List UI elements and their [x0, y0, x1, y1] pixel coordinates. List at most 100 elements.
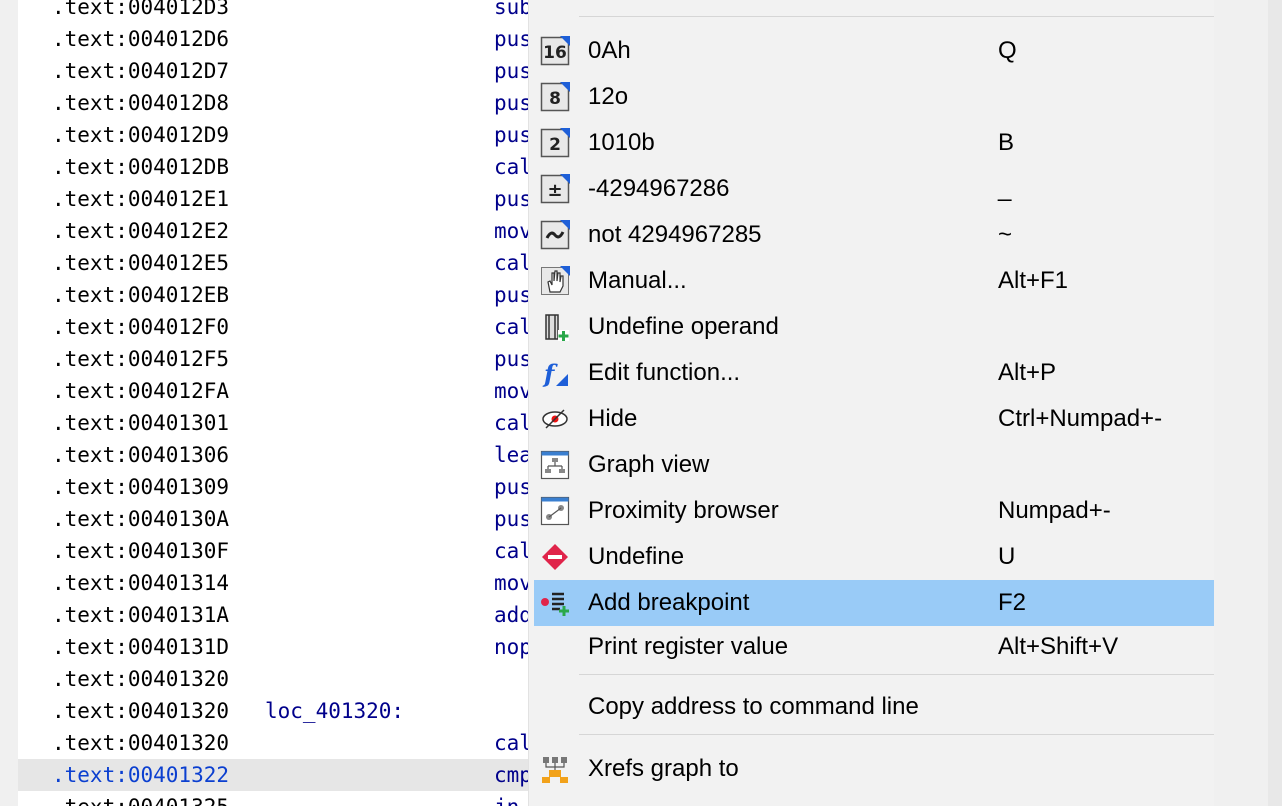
svg-text:±: ± [547, 180, 562, 201]
disasm-mnemonic: cal [494, 155, 530, 179]
disasm-line[interactable]: .text:0040130F cal [18, 535, 530, 567]
vertical-scrollbar[interactable] [1268, 0, 1282, 806]
disasm-line[interactable]: .text:00401320 [18, 663, 530, 695]
disasm-address: .text:00401314 [52, 571, 230, 595]
menu-item-4294967286[interactable]: ± -4294967286 _ [534, 166, 1214, 212]
plus-minus-icon: ± [540, 174, 570, 204]
disasm-address: .text:00401325 [52, 791, 229, 806]
menu-item-print-register-value[interactable]: Print register value Alt+Shift+V [534, 624, 1214, 670]
menu-item-12o[interactable]: 8 12o [534, 74, 1214, 120]
disasm-line[interactable]: .text:0040131A add [18, 599, 530, 631]
disasm-address: .text:00401309 [52, 475, 230, 499]
disassembly-view[interactable]: .text:004012D3 sub .text:004012D6 pus .text:… [18, 0, 530, 806]
disasm-line[interactable]: .text:00401314 mov [18, 567, 530, 599]
disasm-line[interactable]: .text:0040130A pus [18, 503, 530, 535]
svg-text:8: 8 [549, 89, 561, 109]
disasm-line[interactable]: .text:00401301 cal [18, 407, 530, 439]
number-base-2-icon: 2 [540, 128, 570, 158]
disasm-line[interactable]: .text:004012D7 pus [18, 55, 530, 87]
menu-item-label: Undefine [588, 543, 685, 570]
menu-item-shortcut: ~ [998, 221, 1013, 248]
disasm-mnemonic: lea [494, 443, 530, 467]
menu-item-edit-function[interactable]: f Edit function... Alt+P [534, 350, 1214, 396]
menu-item-shortcut: Alt+P [998, 359, 1057, 386]
disasm-line[interactable]: .text:00401309 pus [18, 471, 530, 503]
menu-item-undefine-operand[interactable]: Undefine operand [534, 304, 1214, 350]
menu-item-label: not 4294967285 [588, 221, 762, 248]
disasm-line[interactable]: .text:0040131D nop [18, 631, 530, 663]
menu-item-shortcut: Alt+F1 [998, 267, 1069, 294]
disasm-address: .text:004012F0 [52, 315, 230, 339]
disasm-line[interactable]: .text:00401325 jn [18, 791, 530, 806]
disasm-address: .text:004012EB [52, 283, 230, 307]
disasm-address: .text:0040130A [52, 507, 230, 531]
disasm-line[interactable]: .text:00401320 cal [18, 727, 530, 759]
menu-item-shortcut: F2 [998, 589, 1027, 616]
menu-item-proximity-browser[interactable]: Proximity browser Numpad+- [534, 488, 1214, 534]
menu-item-add-breakpoint[interactable]: Add breakpoint F2 [534, 580, 1214, 626]
svg-text:2: 2 [549, 135, 561, 155]
menu-item-shortcut: U [998, 543, 1016, 570]
menu-item-undefine[interactable]: Undefine U [534, 534, 1214, 580]
menu-item-label: 12o [588, 83, 629, 110]
disasm-line[interactable]: .text:004012F5 pus [18, 343, 530, 375]
menu-item-label: Print register value [588, 633, 789, 660]
undefine-operand-icon [540, 312, 570, 342]
disasm-line[interactable]: .text:004012D8 pus [18, 87, 530, 119]
disasm-address: .text:004012DB [52, 155, 230, 179]
disasm-address: .text:004012E1 [52, 187, 230, 211]
disasm-line[interactable]: .text:004012F0 cal [18, 311, 530, 343]
disasm-line[interactable]: .text:004012D6 pus [18, 23, 530, 55]
disasm-line[interactable]: .text:004012D9 pus [18, 119, 530, 151]
disasm-address: .text:004012E5 [52, 251, 230, 275]
disasm-line[interactable]: .text:004012E1 pus [18, 183, 530, 215]
disasm-mnemonic: pus [494, 347, 530, 371]
disasm-mnemonic: pus [494, 283, 530, 307]
menu-item-label: Hide [588, 405, 638, 432]
hand-icon [540, 266, 570, 296]
disasm-mnemonic: pus [494, 27, 530, 51]
menu-item-label: Copy address to command line [588, 693, 919, 720]
menu-item-manual[interactable]: Manual... Alt+F1 [534, 258, 1214, 304]
disasm-line[interactable]: .text:004012EB pus [18, 279, 530, 311]
menu-item-shortcut: _ [998, 175, 1012, 202]
disasm-address: .text:004012D7 [52, 59, 230, 83]
menu-item-xrefs-graph-to[interactable]: Xrefs graph to [534, 746, 1214, 792]
menu-item-label: Proximity browser [588, 497, 779, 524]
disasm-mnemonic: cal [494, 539, 530, 563]
disasm-mnemonic: cal [494, 411, 530, 435]
disasm-line-current[interactable]: .text:00401322 cmp [18, 759, 530, 791]
disasm-line[interactable]: .text:004012E5 cal [18, 247, 530, 279]
menu-item-label: Edit function... [588, 359, 741, 386]
menu-item-not-4294967285[interactable]: not 4294967285 ~ [534, 212, 1214, 258]
disasm-mnemonic: pus [494, 91, 530, 115]
disasm-line[interactable]: .text:004012D3 sub [18, 0, 530, 23]
disasm-line[interactable]: .text:00401306 lea [18, 439, 530, 471]
disasm-mnemonic: pus [494, 507, 530, 531]
disasm-line[interactable]: .text:004012FA mov [18, 375, 530, 407]
menu-item-label: Graph view [588, 451, 710, 478]
disasm-mnemonic: pus [494, 59, 530, 83]
disasm-address: .text:00401306 [52, 443, 230, 467]
menu-item-shortcut: B [998, 129, 1015, 156]
disasm-line[interactable]: .text:00401320 loc_401320: [18, 695, 530, 727]
menu-item-copy-address-to-command-line[interactable]: Copy address to command line [534, 684, 1214, 730]
menu-item-graph-view[interactable]: Graph view [534, 442, 1214, 488]
disasm-line[interactable]: .text:004012DB cal [18, 151, 530, 183]
number-base-8-icon: 8 [540, 82, 570, 112]
menu-separator [579, 16, 1214, 17]
menu-item-0ah[interactable]: 16 0Ah Q [534, 28, 1214, 74]
tilde-icon [540, 220, 570, 250]
undefine-icon [540, 542, 570, 572]
disasm-mnemonic: sub [494, 0, 530, 19]
svg-text:16: 16 [543, 43, 567, 63]
menu-item-shortcut: Q [998, 37, 1017, 64]
menu-item-1010b[interactable]: 2 1010b B [534, 120, 1214, 166]
menu-item-shortcut: Alt+Shift+V [998, 633, 1119, 660]
menu-item-label: Manual... [588, 267, 687, 294]
disasm-label[interactable]: loc_401320: [265, 695, 404, 727]
menu-item-hide[interactable]: Hide Ctrl+Numpad+- [534, 396, 1214, 442]
disasm-address: .text:0040131A [52, 603, 230, 627]
disasm-line[interactable]: .text:004012E2 mov [18, 215, 530, 247]
function-icon: f [540, 358, 570, 388]
